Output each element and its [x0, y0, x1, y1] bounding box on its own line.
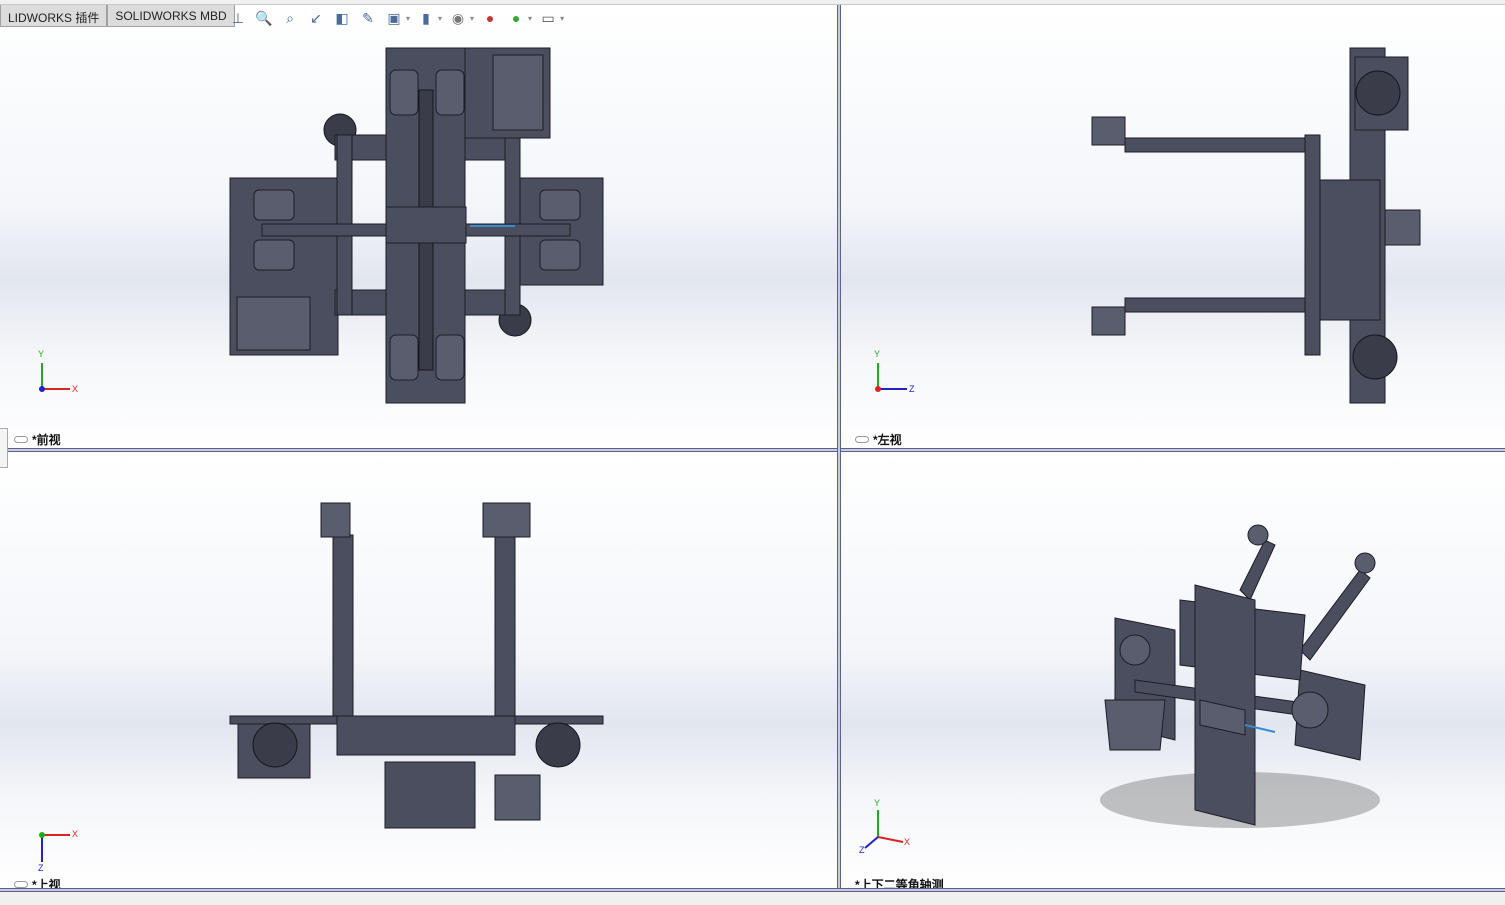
beam — [336, 715, 516, 756]
viewport-top[interactable]: X Z *上视 — [0, 452, 837, 890]
tab-solidworks-mbd[interactable]: SOLIDWORKS MBD — [107, 5, 235, 27]
bearing-block — [539, 189, 581, 221]
arm — [1299, 569, 1371, 661]
pulley — [252, 722, 298, 768]
chevron-down-icon[interactable]: ▾ — [470, 14, 474, 23]
section-view-icon[interactable]: ◧ — [332, 8, 352, 28]
link-views-icon[interactable] — [14, 436, 28, 443]
motor — [1354, 552, 1376, 574]
axis-y-label: Y — [874, 798, 881, 808]
bearing-block — [435, 69, 465, 116]
arm — [494, 534, 516, 721]
motor — [1247, 524, 1269, 546]
display-style-icon[interactable]: ▮ — [416, 8, 436, 28]
viewport-label: *前视 — [14, 431, 61, 448]
pulley — [1291, 691, 1329, 729]
axis-z-label: Z — [859, 845, 865, 855]
viewport-left[interactable]: Y Z *左视 — [841, 5, 1505, 448]
chevron-down-icon[interactable]: ▾ — [560, 14, 564, 23]
motor — [482, 502, 531, 538]
normal-to-icon[interactable]: ⊥ — [228, 8, 248, 28]
bearing-assembly — [384, 761, 476, 829]
status-strip — [0, 892, 1505, 905]
bearing-block — [539, 239, 581, 271]
view-name: *左视 — [873, 433, 902, 447]
zoom-to-area-icon[interactable]: ⌕ — [280, 8, 300, 28]
bearing-block — [389, 334, 419, 381]
left-view-model — [875, 47, 1421, 404]
motor — [1091, 306, 1126, 336]
stepper-motor — [1104, 699, 1166, 751]
axis-y-label: Y — [874, 349, 881, 359]
isometric-view-model — [864, 524, 1380, 849]
front-view-model — [39, 47, 604, 404]
bearing-block — [389, 69, 419, 116]
arm — [1124, 137, 1316, 153]
top-view-model — [39, 502, 604, 862]
chevron-down-icon[interactable]: ▾ — [406, 14, 410, 23]
arm — [1239, 539, 1276, 601]
axis-triad — [39, 363, 70, 392]
arm — [332, 534, 354, 721]
dynamic-annotation-icon[interactable]: ✎ — [358, 8, 378, 28]
heads-up-view-toolbar: ⊥ 🔍 ⌕ ↙ ◧ ✎ ▣ ▾ ▮ ▾ ◉ ▾ ● ● ▾ ▭ ▾ — [228, 8, 564, 28]
view-name: *前视 — [32, 433, 61, 447]
vertical-viewport-splitter[interactable] — [837, 5, 841, 890]
view-orientation-icon[interactable]: ▣ — [384, 8, 404, 28]
arm — [1124, 297, 1316, 313]
axis-z-label: Z — [909, 384, 915, 394]
apply-scene-icon[interactable]: ● — [506, 8, 526, 28]
axis-triad — [875, 363, 907, 392]
horizontal-viewport-splitter[interactable] — [0, 448, 1505, 452]
zoom-to-fit-icon[interactable]: 🔍 — [254, 8, 274, 28]
vertical-bar — [1304, 134, 1321, 356]
bearing-block — [253, 189, 295, 221]
pulley — [1355, 70, 1401, 116]
viewport-isometric[interactable]: Y X Z *上下二等角轴测 — [841, 452, 1505, 890]
pulley — [1119, 634, 1151, 666]
viewport-front[interactable]: Y X *前视 — [0, 5, 837, 448]
panel-collapse-handle[interactable] — [0, 428, 8, 468]
slider-block — [385, 206, 467, 244]
axis-triad — [39, 832, 70, 862]
motor — [1091, 116, 1126, 146]
link-views-icon[interactable] — [855, 436, 869, 443]
hide-show-items-icon[interactable]: ◉ — [448, 8, 468, 28]
chevron-down-icon[interactable]: ▾ — [528, 14, 532, 23]
slider-block — [1384, 209, 1421, 246]
stepper-motor — [492, 54, 544, 131]
edit-appearance-icon[interactable]: ● — [480, 8, 500, 28]
stepper-motor — [236, 296, 311, 351]
axis-x-label: X — [72, 384, 79, 394]
chevron-down-icon[interactable]: ▾ — [438, 14, 442, 23]
motor — [494, 774, 541, 821]
motor — [320, 502, 351, 538]
axis-x-label: X — [72, 829, 79, 839]
bearing-block — [435, 334, 465, 381]
pulley — [1352, 334, 1398, 380]
axis-z-label: Z — [38, 863, 44, 873]
axis-x-label: X — [904, 837, 911, 847]
pulley — [535, 722, 581, 768]
command-manager-tabs: LIDWORKS 插件 SOLIDWORKS MBD — [0, 5, 235, 27]
axis-triad — [864, 810, 904, 849]
viewport-label: *左视 — [855, 431, 902, 448]
link-views-icon[interactable] — [14, 881, 28, 888]
view-settings-icon[interactable]: ▭ — [538, 8, 558, 28]
tab-solidworks-addins[interactable]: LIDWORKS 插件 — [0, 5, 108, 27]
mechanism — [1319, 179, 1381, 321]
axis-y-label: Y — [38, 349, 45, 359]
bearing-block — [253, 239, 295, 271]
previous-view-icon[interactable]: ↙ — [306, 8, 326, 28]
